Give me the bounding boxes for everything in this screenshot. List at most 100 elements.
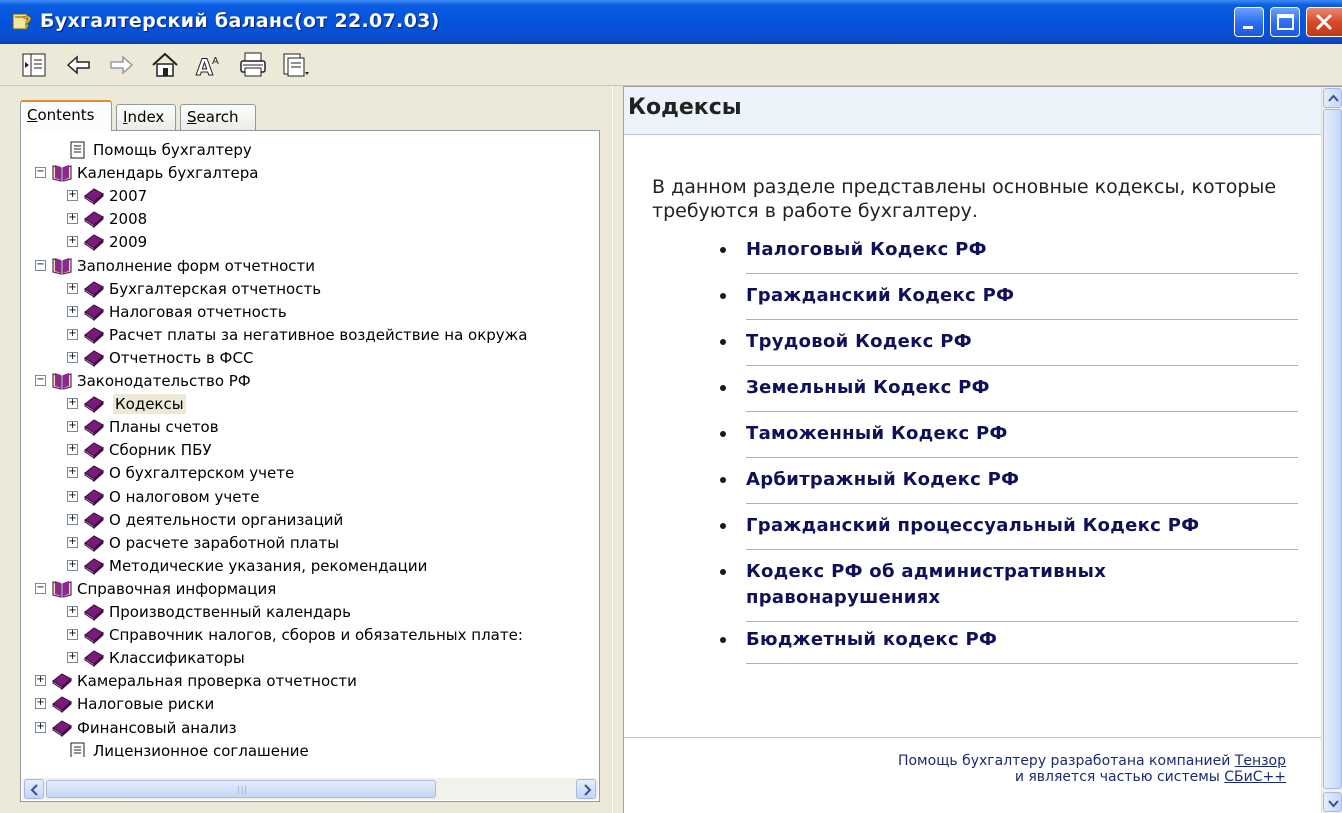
hide-icon[interactable] [20, 50, 50, 80]
expand-icon[interactable]: + [67, 282, 78, 294]
tree-node-label[interactable]: 2007 [107, 186, 149, 206]
tree-node-label[interactable]: 2009 [107, 232, 149, 252]
footer-text-1: Помощь бухгалтеру разработана компанией [897, 753, 1235, 769]
tab-contents[interactable]: Contents [20, 100, 112, 131]
expand-icon[interactable]: + [67, 536, 78, 548]
tree-node-label[interactable]: О налоговом учете [107, 487, 261, 507]
scroll-up-button[interactable] [1323, 88, 1342, 108]
expand-icon[interactable]: + [67, 421, 78, 433]
tree-node-label[interactable]: Финансовый анализ [75, 718, 239, 738]
tree-node-label[interactable]: Методические указания, рекомендации [107, 556, 429, 576]
tab-search[interactable]: Search [180, 104, 256, 130]
close-button[interactable] [1306, 7, 1342, 37]
tree-node-label[interactable]: Отчетность в ФСС [107, 348, 255, 368]
collapse-icon[interactable]: − [35, 167, 46, 179]
expand-icon[interactable]: + [67, 328, 78, 340]
tensor-link[interactable]: Тензор [1235, 753, 1286, 769]
pane-splitter[interactable] [612, 86, 624, 813]
expand-icon[interactable]: + [67, 236, 78, 248]
sbis-link[interactable]: СБиС++ [1224, 769, 1286, 785]
tab-index[interactable]: Index [116, 104, 176, 130]
expand-icon[interactable]: + [67, 629, 78, 641]
tree-node-label[interactable]: Лицензионное соглашение [91, 741, 311, 757]
book-icon [83, 625, 105, 645]
expand-icon[interactable]: + [67, 606, 78, 617]
topic-intro: В данном разделе представлены основные к… [652, 176, 1277, 222]
horizontal-scroll-thumb[interactable]: ||| [46, 780, 436, 798]
font-icon[interactable]: AA [194, 50, 224, 81]
tree-node-label[interactable]: Заполнение форм отчетности [75, 256, 317, 276]
back-icon[interactable] [64, 50, 94, 80]
expand-icon[interactable]: + [67, 513, 78, 525]
tree-node-label[interactable]: О бухгалтерском учете [107, 463, 296, 483]
scroll-right-button[interactable] [576, 779, 596, 799]
link-divider [746, 457, 1298, 458]
tree-node-label[interactable]: Справочная информация [75, 579, 278, 599]
expand-icon[interactable]: + [35, 675, 46, 687]
horizontal-scrollbar[interactable]: ||| [22, 778, 598, 800]
expand-icon[interactable]: + [67, 444, 78, 456]
expand-icon[interactable]: + [67, 398, 78, 410]
codex-link[interactable]: Земельный Кодекс РФ [746, 375, 990, 401]
tree-node-label[interactable]: Бухгалтерская отчетность [107, 279, 323, 299]
tree-node-label[interactable]: Классификаторы [107, 648, 247, 668]
topic-header: Кодексы [624, 87, 1321, 135]
codex-link[interactable]: Гражданский Кодекс РФ [746, 283, 1014, 309]
expand-icon[interactable]: + [67, 190, 78, 202]
tree-node-label[interactable]: О расчете заработной платы [107, 533, 341, 553]
vertical-scroll-thumb[interactable] [1323, 109, 1342, 789]
codex-link[interactable]: Гражданский процессуальный Кодекс РФ [746, 513, 1199, 539]
tree-node-label[interactable]: Расчет платы за негативное воздействие н… [107, 325, 529, 345]
book-icon [83, 232, 105, 252]
print-icon[interactable] [238, 50, 268, 80]
svg-text:A: A [196, 56, 213, 80]
expand-icon[interactable]: + [67, 559, 78, 571]
scroll-down-button[interactable] [1323, 792, 1342, 812]
vertical-scrollbar[interactable] [1321, 87, 1342, 813]
maximize-button[interactable] [1270, 7, 1300, 37]
collapse-icon[interactable]: − [35, 259, 46, 271]
tree-node-label[interactable]: Планы счетов [107, 417, 221, 437]
tree-node-label[interactable]: Кодексы [113, 394, 186, 415]
tree-node-label[interactable]: Календарь бухгалтера [75, 163, 261, 183]
codex-link[interactable]: Арбитражный Кодекс РФ [746, 467, 1019, 493]
tree-node-label[interactable]: Производственный календарь [107, 602, 353, 622]
book-icon [83, 602, 105, 622]
tree-node-label[interactable]: Сборник ПБУ [107, 440, 214, 460]
expand-icon[interactable]: + [35, 721, 46, 733]
expand-icon[interactable]: + [67, 351, 78, 363]
codex-link[interactable]: правонарушениях [746, 585, 940, 611]
expand-icon[interactable]: + [67, 490, 78, 502]
tree-node-label[interactable]: Налоговые риски [75, 694, 216, 714]
codex-link[interactable]: Трудовой Кодекс РФ [746, 329, 972, 355]
link-divider [746, 273, 1298, 274]
expand-icon[interactable]: + [35, 698, 46, 710]
expand-icon[interactable]: + [67, 652, 78, 664]
expand-icon[interactable]: + [67, 305, 78, 317]
options-icon[interactable] [280, 50, 310, 80]
codex-link[interactable]: Бюджетный кодекс РФ [746, 627, 997, 653]
codex-link[interactable]: Налоговый Кодекс РФ [746, 237, 987, 263]
tree-node-label[interactable]: Камеральная проверка отчетности [75, 671, 359, 691]
tree-node-label[interactable]: Помощь бухгалтеру [91, 140, 254, 160]
tree-node-label[interactable]: 2008 [107, 209, 149, 229]
page-icon [67, 741, 89, 757]
collapse-icon[interactable]: − [35, 375, 46, 386]
tree-node-label[interactable]: Законодательство РФ [75, 371, 253, 391]
title-bar[interactable]: ? Бухгалтерский баланс(от 22.07.03) [0, 0, 1342, 44]
contents-tree[interactable]: Помощь бухгалтеру − Календарь бухгалтера +2… [29, 139, 599, 757]
codex-link[interactable]: Таможенный Кодекс РФ [746, 421, 1008, 447]
expand-icon[interactable]: + [67, 467, 78, 479]
home-icon[interactable] [150, 50, 180, 80]
book-icon [83, 417, 105, 437]
minimize-button[interactable] [1234, 7, 1264, 37]
expand-icon[interactable]: + [67, 213, 78, 225]
collapse-icon[interactable]: − [35, 582, 46, 594]
tree-node-label[interactable]: О деятельности организаций [107, 510, 345, 530]
tree-node-label[interactable]: Справочник налогов, сборов и обязательны… [107, 625, 525, 645]
codex-link[interactable]: Кодекс РФ об административных [746, 559, 1106, 585]
topic-title: Кодексы [628, 95, 742, 120]
tree-node-label[interactable]: Налоговая отчетность [107, 302, 289, 322]
scroll-left-button[interactable] [24, 779, 44, 799]
forward-icon[interactable] [106, 50, 136, 80]
